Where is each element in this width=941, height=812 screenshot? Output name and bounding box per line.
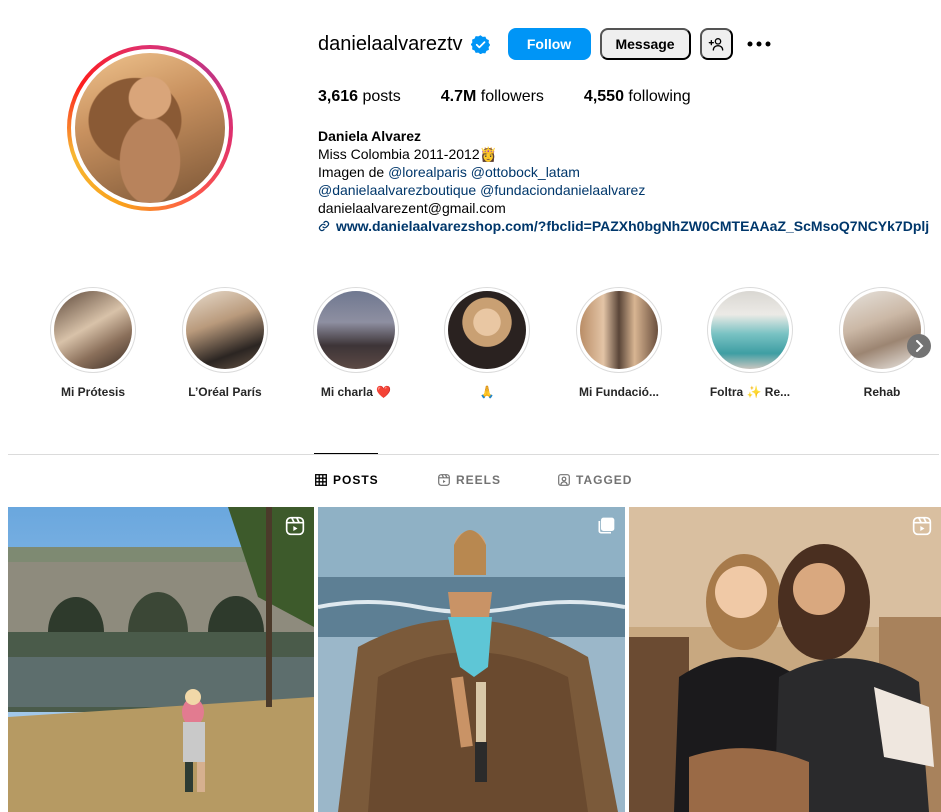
posts-count: 3,616 (318, 88, 359, 105)
bio-website-text: www.danielaalvarezshop.com/?fbclid=PAZXh… (336, 218, 930, 234)
highlight-cover-image (711, 291, 789, 369)
following-label: following (628, 88, 691, 105)
followers-label: followers (480, 88, 544, 105)
following-count: 4,550 (583, 88, 624, 105)
post-image-friends (629, 507, 941, 812)
highlight-label: Mi Prótesis (60, 385, 126, 399)
highlight-cover-frame (576, 287, 662, 373)
profile-tabs: POSTS REELS TAGGED (0, 473, 941, 491)
profile-avatar[interactable] (67, 45, 233, 211)
bio-full-name: Daniela Alvarez (318, 128, 421, 144)
highlight-item[interactable]: 🙏 (422, 287, 552, 399)
follow-button[interactable]: Follow (507, 28, 591, 60)
more-dots-icon (747, 41, 771, 47)
highlight-label: Mi Fundació... (579, 385, 659, 399)
tab-reels[interactable]: REELS (438, 473, 501, 487)
profile-username: danielaalvareztv (318, 32, 463, 55)
highlight-cover-frame (313, 287, 399, 373)
tab-posts[interactable]: POSTS (315, 473, 379, 487)
posts-stat: 3,616 posts (318, 88, 401, 106)
highlight-cover-frame (707, 287, 793, 373)
highlights-next-button[interactable] (907, 334, 931, 358)
more-options-button[interactable] (745, 28, 773, 60)
reel-icon (912, 516, 932, 536)
highlight-cover-frame (839, 287, 925, 373)
reels-icon (438, 474, 450, 486)
mention-link-ottobock[interactable]: @ottobock_latam (471, 164, 580, 180)
reel-icon (285, 516, 305, 536)
highlight-cover-image (843, 291, 921, 369)
highlight-cover-frame (444, 287, 530, 373)
highlight-cover-image (580, 291, 658, 369)
active-tab-indicator (314, 453, 378, 454)
highlight-cover-frame (182, 287, 268, 373)
tabs-divider (8, 454, 939, 455)
highlight-item[interactable]: L’Oréal París (160, 287, 290, 399)
followers-count: 4.7M (440, 88, 477, 105)
highlight-cover-image (54, 291, 132, 369)
highlight-label: Rehab (863, 385, 901, 399)
highlight-item[interactable]: Foltra ✨ Re... (685, 287, 815, 399)
highlight-item[interactable]: Mi charla ❤️ (291, 287, 421, 399)
highlight-label: Foltra ✨ Re... (709, 385, 791, 399)
avatar-frame (71, 49, 229, 207)
avatar-image (75, 53, 225, 203)
add-user-icon (708, 36, 724, 52)
bio-image-prefix: Imagen de (318, 164, 389, 180)
highlight-cover-image (186, 291, 264, 369)
link-chain-icon (318, 220, 330, 232)
message-button[interactable]: Message (599, 28, 691, 60)
carousel-icon (596, 516, 616, 536)
tagged-icon (558, 474, 570, 486)
post-thumbnail[interactable] (8, 507, 314, 812)
bio-title-line: Miss Colombia 2011-2012👸 (318, 146, 498, 162)
highlight-label: 🙏 (479, 385, 495, 399)
posts-label: posts (362, 88, 401, 105)
mention-link-lorealparis[interactable]: @lorealparis (388, 164, 467, 180)
tab-tagged[interactable]: TAGGED (558, 473, 632, 487)
profile-header-row: danielaalvareztv Follow Message (318, 28, 773, 60)
followers-stat[interactable]: 4.7M followers (441, 88, 544, 106)
verified-badge-icon (470, 34, 490, 54)
bio-mentions-line: @danielaalvarezboutique @fundaciondaniel… (318, 181, 941, 199)
tab-reels-label: REELS (456, 473, 502, 487)
highlight-cover-image (317, 291, 395, 369)
suggested-accounts-button[interactable] (699, 28, 733, 60)
bio-image-line: Imagen de @lorealparis @ottobock_latam (318, 163, 941, 181)
mention-link-fundacion[interactable]: @fundaciondanielaalvarez (480, 182, 645, 198)
bio-email: danielaalvarezent@gmail.com (318, 200, 506, 216)
post-image-beach (318, 507, 625, 812)
post-image-bridge (8, 507, 314, 812)
highlight-cover-image (448, 291, 526, 369)
highlight-item[interactable]: Mi Prótesis (28, 287, 158, 399)
tab-tagged-label: TAGGED (576, 473, 633, 487)
post-thumbnail[interactable] (629, 507, 941, 812)
mention-link-boutique[interactable]: @danielaalvarezboutique (318, 182, 476, 198)
highlight-label: Mi charla ❤️ (320, 385, 392, 399)
tab-posts-label: POSTS (333, 473, 379, 487)
highlight-item[interactable]: Mi Fundació... (554, 287, 684, 399)
story-highlights: Mi Prótesis L’Oréal París Mi charla ❤️ 🙏… (0, 287, 941, 402)
highlight-cover-frame (50, 287, 136, 373)
grid-icon (315, 474, 327, 486)
following-stat[interactable]: 4,550 following (584, 88, 691, 106)
profile-bio: Daniela Alvarez Miss Colombia 2011-2012👸… (318, 127, 941, 235)
bio-website-link[interactable]: www.danielaalvarezshop.com/?fbclid=PAZXh… (318, 217, 941, 235)
post-thumbnail[interactable] (318, 507, 625, 812)
profile-stats: 3,616 posts 4.7M followers 4,550 followi… (318, 88, 731, 106)
highlight-label: L’Oréal París (188, 385, 262, 399)
chevron-right-icon (914, 340, 924, 352)
